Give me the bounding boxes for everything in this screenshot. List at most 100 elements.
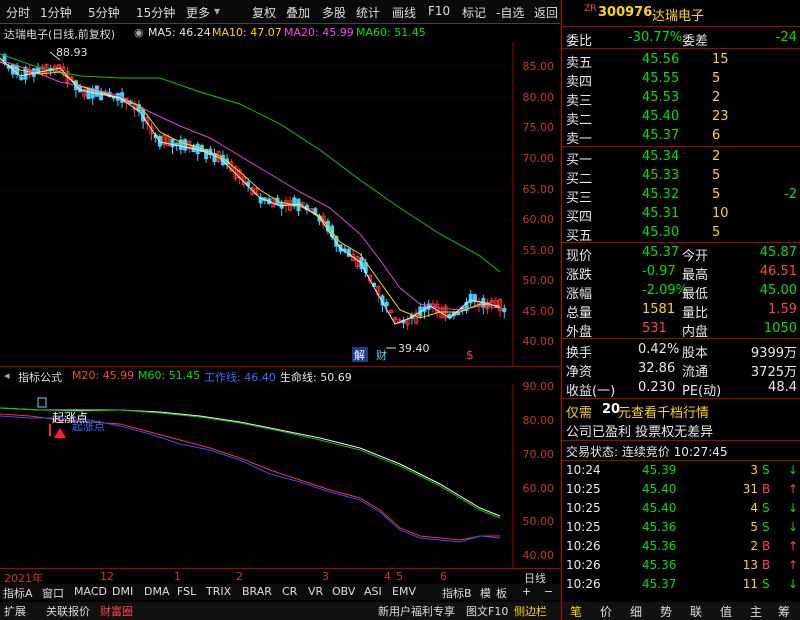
tick-price: 45.40: [642, 482, 677, 496]
tick-time: 10:26: [566, 577, 601, 591]
time-month: 5: [396, 570, 403, 583]
fund-label: 收益(一): [566, 384, 616, 399]
tab-trix[interactable]: TRIX: [206, 585, 231, 598]
tab-cr[interactable]: CR: [282, 585, 297, 598]
ask-row[interactable]: 卖一 45.37 6: [562, 127, 800, 147]
tab-chips[interactable]: 筹: [778, 603, 790, 620]
tab-more[interactable]: 更多: [186, 4, 210, 21]
tab-template[interactable]: 模: [480, 585, 491, 601]
bid-row[interactable]: 买二 45.33 5: [562, 167, 800, 187]
add-window-button[interactable]: +: [522, 585, 531, 598]
ask-row[interactable]: 卖三 45.53 2: [562, 89, 800, 109]
tab-1min[interactable]: 1分钟: [40, 4, 72, 21]
tab-asi[interactable]: ASI: [364, 585, 382, 598]
overlay-button[interactable]: 叠加: [286, 4, 310, 21]
wealth-circle-button[interactable]: 财富圈: [100, 603, 133, 619]
back-button[interactable]: 返回: [534, 4, 558, 21]
bid-row[interactable]: 买四 45.31 10: [562, 205, 800, 225]
expand-button[interactable]: 扩展: [4, 603, 26, 619]
stat-row[interactable]: 外盘 531 内盘 1050: [562, 320, 800, 340]
tab-main[interactable]: 主: [750, 603, 762, 620]
multi-stock-button[interactable]: 多股: [322, 4, 346, 21]
indicator-collapse-icon[interactable]: ◂: [4, 369, 10, 382]
stat-row[interactable]: 总量 1581 量比 1.59: [562, 301, 800, 321]
indicator-header: ◂ 指标公式 M20: 45.99 M60: 51.45 工作线: 46.40 …: [0, 366, 560, 384]
tab-window[interactable]: 窗口: [42, 585, 64, 601]
f10-graphic-button[interactable]: 图文F10: [466, 603, 508, 619]
tab-value[interactable]: 值: [720, 603, 732, 620]
tab-related[interactable]: 联: [690, 603, 702, 620]
f10-button[interactable]: F10: [428, 4, 450, 18]
stat-row[interactable]: 现价 45.37 今开 45.87: [562, 244, 800, 264]
tab-macd[interactable]: MACD: [74, 585, 107, 598]
tick-row[interactable]: 10:26 45.36 13 B ↑: [562, 557, 800, 575]
ask-volume: 5: [712, 71, 721, 86]
tab-trades[interactable]: 笔: [570, 603, 582, 620]
new-user-welfare-link[interactable]: 新用户福利专享: [378, 603, 455, 619]
tab-brar[interactable]: BRAR: [242, 585, 272, 598]
indicator-axis: 90.00 80.00 70.00 60.00 50.00 40.00: [513, 380, 560, 568]
tab-emv[interactable]: EMV: [392, 585, 416, 598]
axis-label: 80.00: [522, 91, 555, 104]
tick-side: B: [762, 539, 771, 553]
tick-row[interactable]: 10:25 45.40 31 B ↑: [562, 481, 800, 499]
ma-settings-icon[interactable]: ◉: [134, 26, 144, 39]
mark-button[interactable]: 标记: [462, 4, 486, 21]
tab-timeshare[interactable]: 分时: [6, 4, 30, 21]
tick-time: 10:25: [566, 520, 601, 534]
ask-label: 卖一: [566, 132, 593, 147]
tab-15min[interactable]: 15分钟: [136, 4, 175, 21]
kline-chart[interactable]: 88.93 39.40 解 财 $: [0, 42, 560, 366]
axis-label: 45.00: [522, 305, 555, 318]
tab-indicator-b[interactable]: 指标B: [442, 585, 472, 601]
promo-line-1[interactable]: 仅需 20 元查看千档行情: [562, 401, 800, 421]
chart-title: 达瑞电子(日线,前复权): [4, 28, 116, 41]
bid-row[interactable]: 买五 45.30 5: [562, 224, 800, 244]
tab-obv[interactable]: OBV: [332, 585, 355, 598]
remove-window-button[interactable]: −: [544, 585, 553, 598]
tab-fsl[interactable]: FSL: [177, 585, 196, 598]
tick-row[interactable]: 10:26 45.37 11 S ↓: [562, 576, 800, 594]
tick-row[interactable]: 10:24 45.39 3 S ↓: [562, 462, 800, 480]
tick-side: S: [762, 463, 770, 477]
tab-indicator-a[interactable]: 指标A: [3, 585, 33, 601]
axis-label: 40.00: [522, 335, 555, 348]
stat-row[interactable]: 涨跌 -0.97 最高 46.51: [562, 263, 800, 283]
bid-row[interactable]: 买一 45.34 2: [562, 148, 800, 168]
tab-dmi[interactable]: DMI: [112, 585, 133, 598]
tick-side: S: [762, 577, 770, 591]
dollar-marker[interactable]: $: [466, 348, 474, 362]
tab-board[interactable]: 板: [496, 585, 507, 601]
tick-row[interactable]: 10:25 45.36 5 S ↓: [562, 519, 800, 537]
add-favorite-button[interactable]: -自选: [496, 4, 524, 21]
indicator-title[interactable]: 指标公式: [18, 369, 62, 385]
related-quotes-button[interactable]: 关联报价: [46, 603, 90, 619]
ask-row[interactable]: 卖四 45.55 5: [562, 70, 800, 90]
tab-trend[interactable]: 势: [660, 603, 672, 620]
more-arrow-icon[interactable]: ▾: [214, 4, 220, 18]
fundamental-row[interactable]: 换手 0.42% 股本 9399万: [562, 341, 800, 361]
stat-row[interactable]: 涨幅 -2.09% 最低 45.00: [562, 282, 800, 302]
m20-label: M20: 45.99: [72, 369, 135, 382]
tab-price[interactable]: 价: [600, 603, 612, 620]
indicator-chart[interactable]: 起涨点 起涨点: [0, 384, 560, 568]
tab-vr[interactable]: VR: [308, 585, 323, 598]
draw-line-button[interactable]: 画线: [392, 4, 416, 21]
bid-row[interactable]: 买三 45.32 5 -2: [562, 186, 800, 206]
tab-detail[interactable]: 细: [630, 603, 642, 620]
candle: [170, 138, 175, 148]
adjust-button[interactable]: 复权: [252, 4, 276, 21]
stats-button[interactable]: 统计: [356, 4, 380, 21]
fundamental-row[interactable]: 收益(一) 0.230 PE(动) 48.4: [562, 379, 800, 399]
tab-5min[interactable]: 5分钟: [88, 4, 120, 21]
sidebar-button[interactable]: 侧边栏: [514, 603, 547, 619]
tick-row[interactable]: 10:26 45.36 2 B ↑: [562, 538, 800, 556]
fundamental-row[interactable]: 净资 32.86 流通 3725万: [562, 360, 800, 380]
ask-row[interactable]: 卖二 45.40 23: [562, 108, 800, 128]
tab-dma[interactable]: DMA: [144, 585, 170, 598]
tick-row[interactable]: 10:25 45.40 4 S ↓: [562, 500, 800, 518]
ask-row[interactable]: 卖五 45.56 15: [562, 51, 800, 71]
fund-value: 0.42%: [638, 342, 680, 357]
ask-label: 卖五: [566, 56, 593, 71]
finance-marker[interactable]: 财: [376, 348, 387, 362]
